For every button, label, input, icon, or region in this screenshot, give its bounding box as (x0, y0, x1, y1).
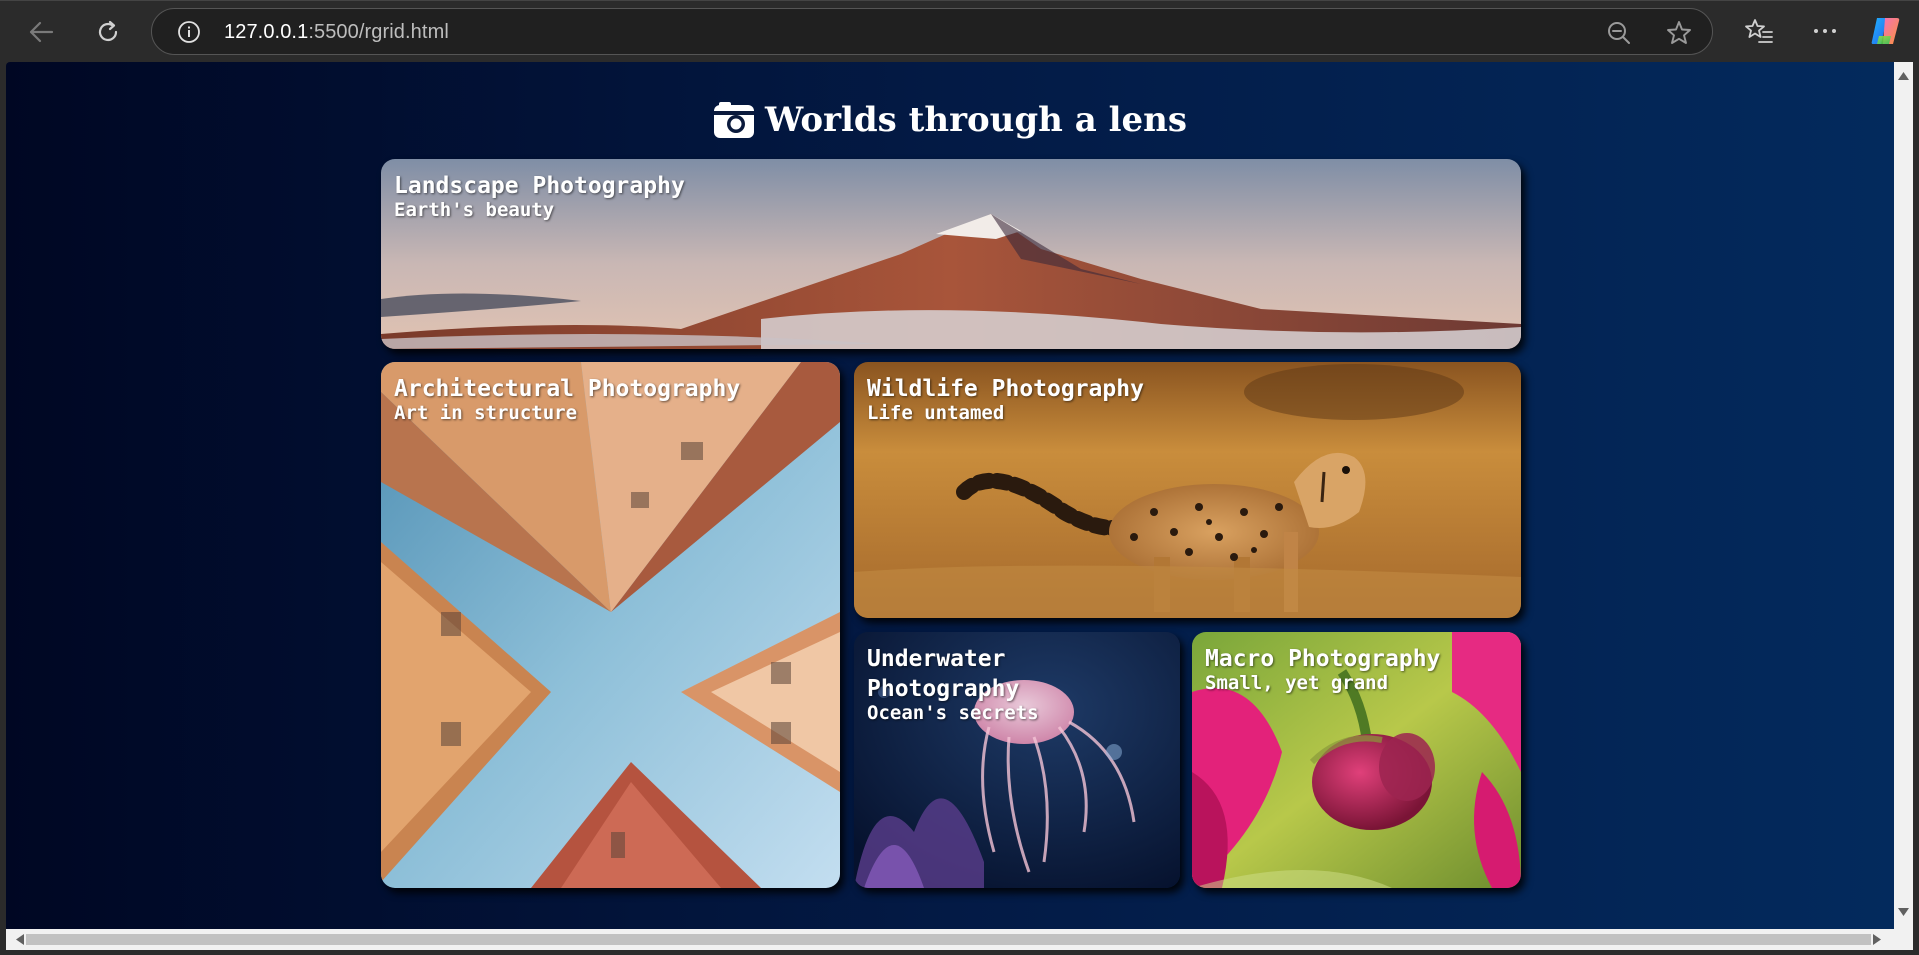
card-underwater-photography[interactable]: Underwater Photography Ocean's secrets (854, 632, 1180, 888)
camera-icon (713, 102, 754, 138)
tab-strip-edge (0, 0, 1919, 1)
scroll-left-arrow-icon[interactable] (16, 934, 24, 945)
scrollbar-corner (1894, 929, 1913, 950)
card-title: Architectural Photography (394, 376, 741, 402)
url-path: :5500/rgrid.html (308, 21, 449, 43)
address-bar[interactable]: 127.0.0.1:5500/rgrid.html (151, 8, 1713, 55)
reload-button[interactable] (88, 12, 128, 52)
card-subtitle: Earth's beauty (394, 199, 555, 221)
card-label: Underwater Photography Ocean's secrets (867, 644, 1167, 725)
browser-toolbar: 127.0.0.1:5500/rgrid.html (0, 0, 1919, 62)
page-heading: Worlds through a lens (6, 100, 1894, 140)
page-title: Worlds through a lens (764, 100, 1187, 140)
horizontal-scroll-thumb[interactable] (26, 934, 1871, 945)
horizontal-scrollbar[interactable] (6, 929, 1913, 950)
more-options-icon[interactable] (1810, 16, 1840, 46)
buildings-photo (381, 362, 840, 888)
favorite-star-icon[interactable] (1665, 19, 1693, 47)
url-host: 127.0.0.1 (224, 21, 309, 43)
scroll-up-arrow-icon[interactable] (1898, 72, 1909, 80)
card-label: Landscape Photography Earth's beauty (394, 171, 685, 222)
reload-icon (98, 20, 118, 42)
card-wildlife-photography[interactable]: Wildlife Photography Life untamed (854, 362, 1521, 618)
page-viewport: Worlds through a lens Landscape Photogra… (6, 62, 1894, 929)
copilot-icon[interactable] (1869, 14, 1903, 48)
card-title: Landscape Photography (394, 173, 685, 199)
vertical-scrollbar[interactable] (1894, 62, 1913, 929)
card-subtitle: Art in structure (394, 402, 578, 424)
card-label: Wildlife Photography Life untamed (867, 374, 1144, 425)
card-title: Wildlife Photography (867, 376, 1144, 402)
card-subtitle: Ocean's secrets (867, 702, 1039, 724)
card-subtitle: Small, yet grand (1205, 672, 1389, 694)
card-architectural-photography[interactable]: Architectural Photography Art in structu… (381, 362, 840, 888)
zoom-out-icon[interactable] (1605, 19, 1633, 47)
back-button[interactable] (21, 12, 61, 52)
favorites-icon[interactable] (1744, 16, 1774, 46)
scroll-down-arrow-icon[interactable] (1898, 908, 1909, 916)
site-info-icon[interactable] (177, 20, 201, 44)
card-landscape-photography[interactable]: Landscape Photography Earth's beauty (381, 159, 1521, 349)
url-text[interactable]: 127.0.0.1:5500/rgrid.html (224, 21, 449, 44)
card-label: Architectural Photography Art in structu… (394, 374, 740, 425)
card-title: Underwater Photography (867, 646, 1020, 702)
card-label: Macro Photography Small, yet grand (1205, 644, 1440, 695)
card-macro-photography[interactable]: Macro Photography Small, yet grand (1192, 632, 1521, 888)
card-subtitle: Life untamed (867, 402, 1005, 424)
arrow-left-icon (29, 21, 54, 43)
scroll-right-arrow-icon[interactable] (1873, 934, 1881, 945)
card-title: Macro Photography (1205, 646, 1441, 672)
